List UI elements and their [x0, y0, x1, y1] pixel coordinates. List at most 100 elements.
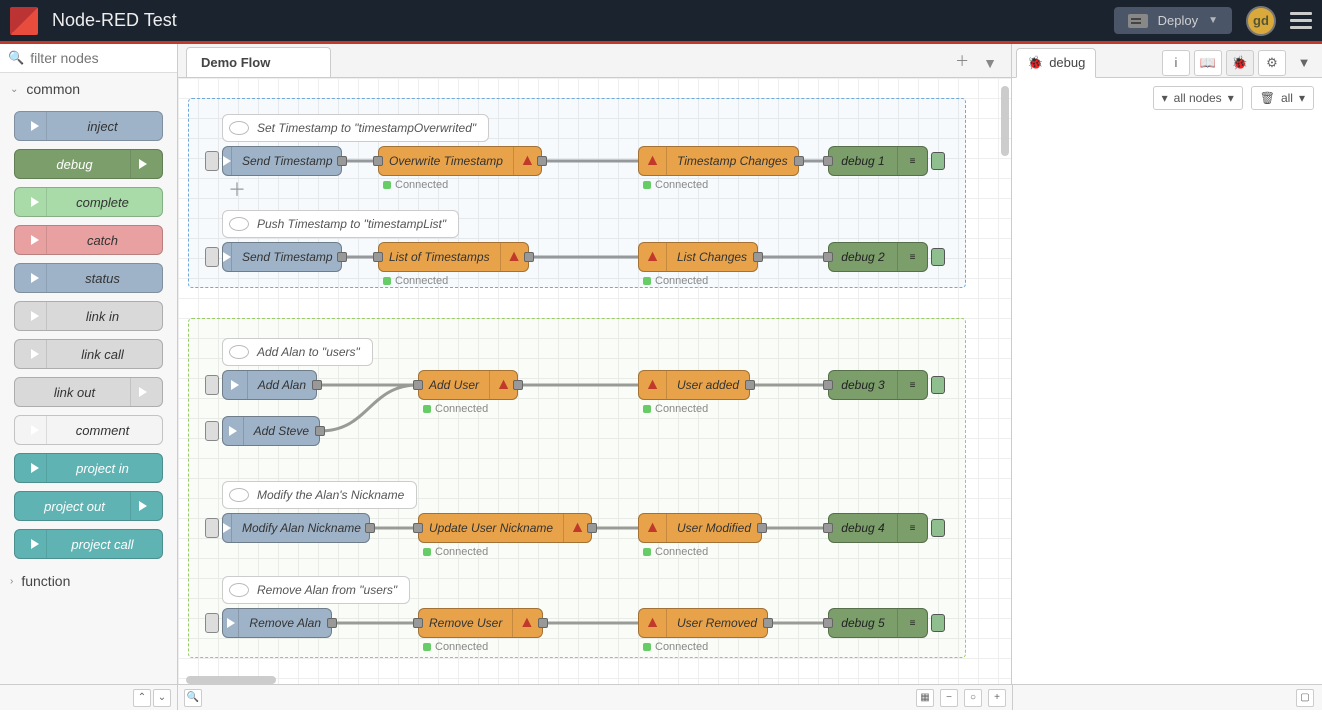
sidebar-debug-button[interactable]: 🐞	[1226, 50, 1254, 76]
comment-node[interactable]: Push Timestamp to "timestampList"	[222, 210, 459, 238]
navigator-button[interactable]: ▦	[916, 689, 934, 707]
output-port[interactable]	[513, 380, 523, 390]
debug-filter-dropdown[interactable]: ▾ all nodes ▾	[1153, 86, 1243, 110]
output-port[interactable]	[337, 156, 347, 166]
sidebar-info-button[interactable]: i	[1162, 50, 1190, 76]
output-port[interactable]	[538, 618, 548, 628]
debug-toggle[interactable]	[931, 152, 945, 170]
firebase-node[interactable]: ▲User addedConnected	[638, 370, 750, 400]
firebase-node[interactable]: ▲User ModifiedConnected	[638, 513, 762, 543]
flow-tab[interactable]: Demo Flow	[186, 47, 331, 77]
output-port[interactable]	[757, 523, 767, 533]
menu-button[interactable]	[1290, 12, 1312, 29]
output-port[interactable]	[794, 156, 804, 166]
firebase-node[interactable]: ▲List ChangesConnected	[638, 242, 758, 272]
input-port[interactable]	[823, 523, 833, 533]
zoom-in-button[interactable]: +	[988, 689, 1006, 707]
tab-menu-button[interactable]: ▼	[977, 49, 1003, 77]
input-port[interactable]	[823, 252, 833, 262]
sidebar-popout-button[interactable]: ▢	[1296, 689, 1314, 707]
output-port[interactable]	[763, 618, 773, 628]
palette-node-project-in[interactable]: project in	[14, 453, 163, 483]
palette-node-status[interactable]: status	[14, 263, 163, 293]
comment-node[interactable]: Add Alan to "users"	[222, 338, 373, 366]
deploy-button[interactable]: Deploy ▼	[1114, 7, 1232, 34]
comment-node[interactable]: Modify the Alan's Nickname	[222, 481, 417, 509]
output-port[interactable]	[524, 252, 534, 262]
palette-node-complete[interactable]: complete	[14, 187, 163, 217]
input-port[interactable]	[823, 380, 833, 390]
sidebar-config-button[interactable]: ⚙	[1258, 50, 1286, 76]
firebase-node[interactable]: Update User Nickname▲Connected	[418, 513, 592, 543]
palette-node-debug[interactable]: debug	[14, 149, 163, 179]
palette-node-inject[interactable]: inject	[14, 111, 163, 141]
inject-button[interactable]	[205, 375, 219, 395]
palette-node-project-call[interactable]: project call	[14, 529, 163, 559]
firebase-node[interactable]: Overwrite Timestamp▲Connected	[378, 146, 542, 176]
comment-node[interactable]: Remove Alan from "users"	[222, 576, 410, 604]
input-port[interactable]	[413, 618, 423, 628]
avatar[interactable]: gd	[1246, 6, 1276, 36]
debug-node[interactable]: debug 5≡	[828, 608, 928, 638]
input-port[interactable]	[373, 252, 383, 262]
palette-filter-input[interactable]	[30, 50, 169, 66]
sidebar-help-button[interactable]: 📖	[1194, 50, 1222, 76]
zoom-out-button[interactable]: −	[940, 689, 958, 707]
palette-node-link-out[interactable]: link out	[14, 377, 163, 407]
output-port[interactable]	[537, 156, 547, 166]
sidebar-menu-button[interactable]: ▼	[1290, 50, 1318, 76]
debug-node[interactable]: debug 1≡	[828, 146, 928, 176]
debug-node[interactable]: debug 2≡	[828, 242, 928, 272]
firebase-node[interactable]: Add User▲Connected	[418, 370, 518, 400]
palette-node-catch[interactable]: catch	[14, 225, 163, 255]
category-common[interactable]: ⌄common	[0, 73, 177, 105]
output-port[interactable]	[312, 380, 322, 390]
footer-search-button[interactable]: 🔍	[184, 689, 202, 707]
comment-node[interactable]: Set Timestamp to "timestampOverwrited"	[222, 114, 489, 142]
debug-node[interactable]: debug 4≡	[828, 513, 928, 543]
output-port[interactable]	[753, 252, 763, 262]
palette-collapse-up-button[interactable]: ⌃	[133, 689, 151, 707]
zoom-reset-button[interactable]: ○	[964, 689, 982, 707]
palette-node-comment[interactable]: comment	[14, 415, 163, 445]
output-port[interactable]	[337, 252, 347, 262]
inject-node[interactable]: Send Timestamp	[222, 242, 342, 272]
sidebar-tab-debug[interactable]: 🐞 debug	[1016, 48, 1096, 78]
input-port[interactable]	[823, 156, 833, 166]
chevron-down-icon[interactable]: ▼	[1208, 15, 1218, 26]
inject-button[interactable]	[205, 518, 219, 538]
inject-node[interactable]: Send Timestamp	[222, 146, 342, 176]
category-function[interactable]: ›function	[0, 565, 177, 597]
firebase-node[interactable]: ▲User RemovedConnected	[638, 608, 768, 638]
inject-button[interactable]	[205, 247, 219, 267]
firebase-node[interactable]: ▲Timestamp ChangesConnected	[638, 146, 799, 176]
palette-node-project-out[interactable]: project out	[14, 491, 163, 521]
debug-toggle[interactable]	[931, 614, 945, 632]
debug-toggle[interactable]	[931, 519, 945, 537]
flow-canvas[interactable]: Set Timestamp to "timestampOverwrited" Pu…	[178, 78, 1011, 684]
input-port[interactable]	[413, 523, 423, 533]
output-port[interactable]	[745, 380, 755, 390]
add-tab-button[interactable]: ＋	[949, 45, 975, 77]
output-port[interactable]	[587, 523, 597, 533]
inject-node[interactable]: Add Alan	[222, 370, 317, 400]
debug-clear-button[interactable]: 🗑 all ▾	[1251, 86, 1314, 110]
inject-button[interactable]	[205, 613, 219, 633]
inject-button[interactable]	[205, 421, 219, 441]
debug-toggle[interactable]	[931, 248, 945, 266]
firebase-node[interactable]: List of Timestamps▲Connected	[378, 242, 529, 272]
output-port[interactable]	[315, 426, 325, 436]
palette-node-link-call[interactable]: link call	[14, 339, 163, 369]
debug-node[interactable]: debug 3≡	[828, 370, 928, 400]
input-port[interactable]	[413, 380, 423, 390]
add-icon[interactable]: ＋	[228, 176, 246, 202]
inject-node[interactable]: Modify Alan Nickname	[222, 513, 370, 543]
output-port[interactable]	[327, 618, 337, 628]
debug-toggle[interactable]	[931, 376, 945, 394]
scrollbar-v[interactable]	[1001, 86, 1009, 156]
palette-collapse-down-button[interactable]: ⌄	[153, 689, 171, 707]
inject-node[interactable]: Remove Alan	[222, 608, 332, 638]
scrollbar-h[interactable]	[186, 676, 276, 684]
palette-node-link-in[interactable]: link in	[14, 301, 163, 331]
inject-node[interactable]: Add Steve	[222, 416, 320, 446]
